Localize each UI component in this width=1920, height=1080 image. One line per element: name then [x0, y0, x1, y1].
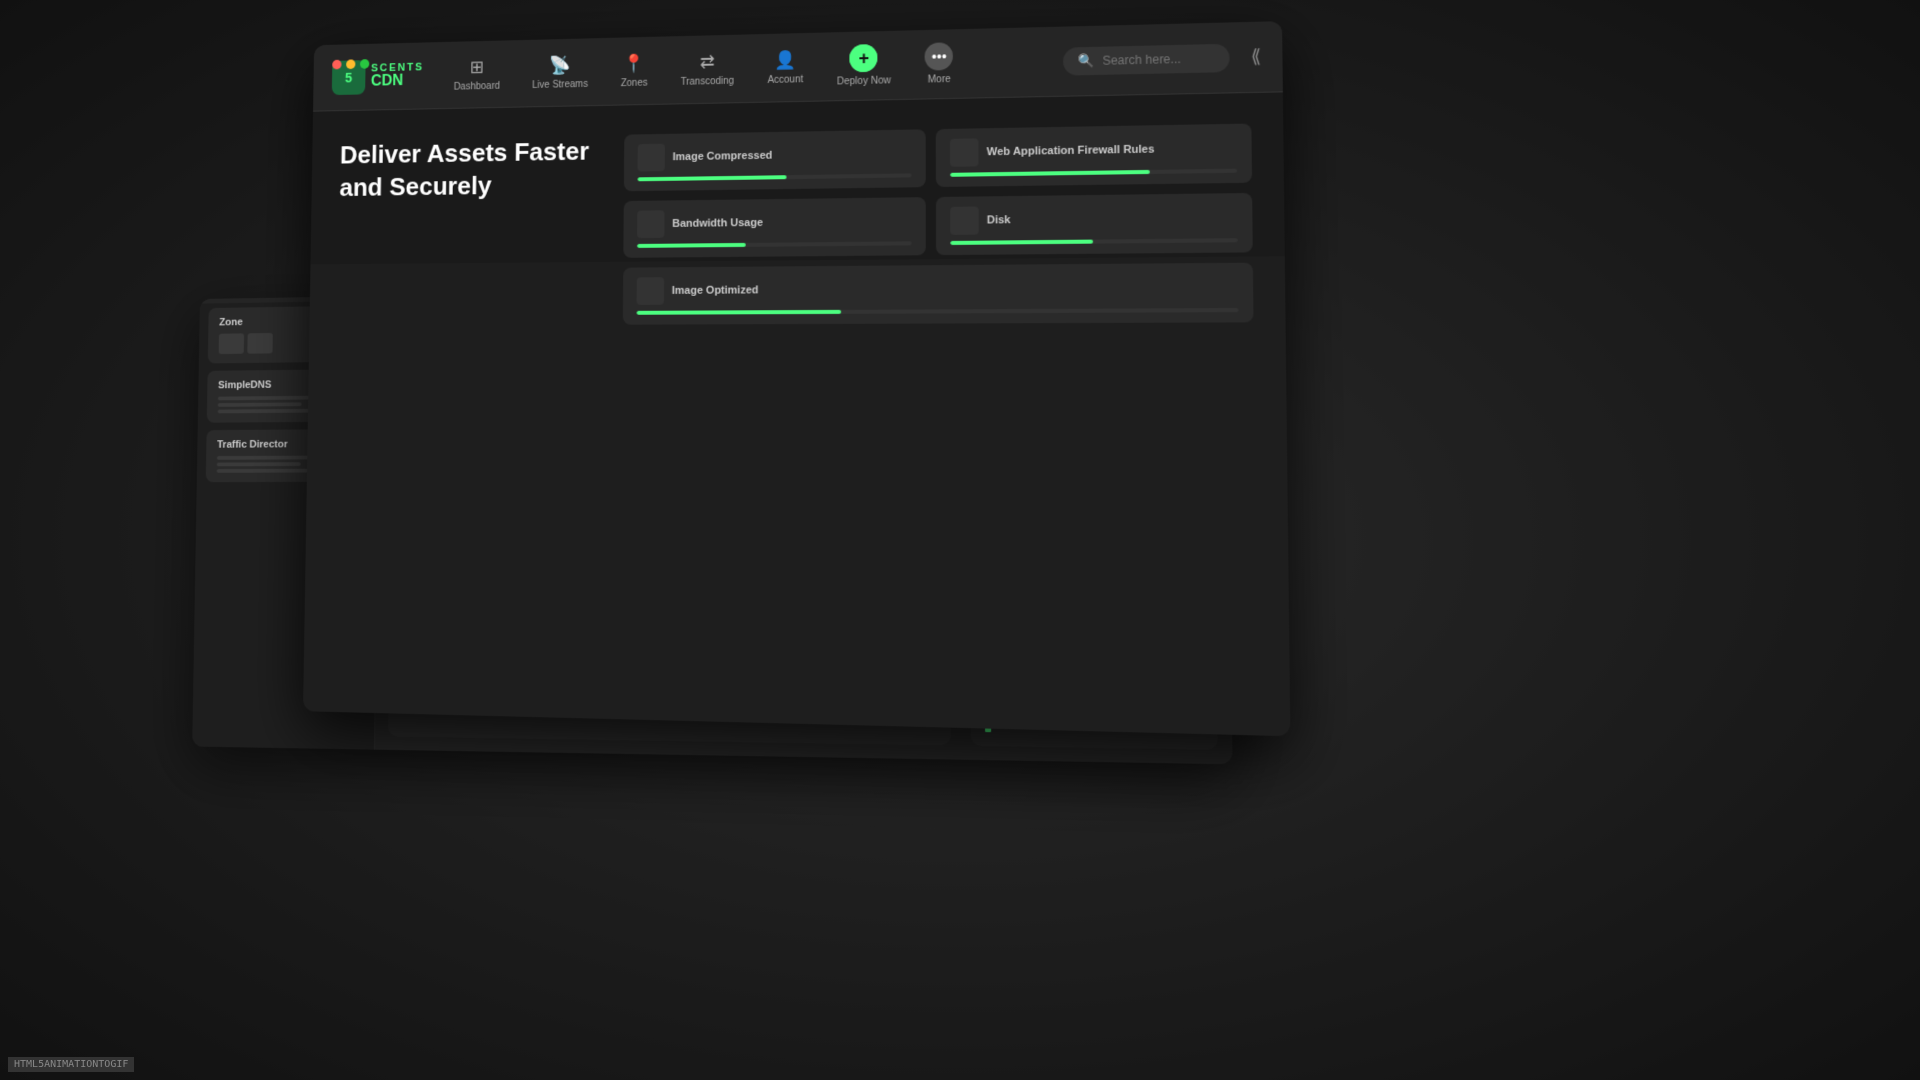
nav-more-label: More [928, 74, 951, 85]
stat-thumb-5 [637, 277, 664, 305]
stats-grid: Image Compressed Web Application Firewal… [623, 124, 1254, 325]
stat-thumb-1 [638, 144, 665, 172]
nav-deploy[interactable]: + Deploy Now [825, 38, 903, 94]
stat-bar-2 [950, 169, 1237, 177]
stat-bar-fill-5 [637, 310, 842, 315]
nav-live-streams-label: Live Streams [532, 79, 588, 91]
maximize-dot[interactable] [360, 59, 369, 69]
zones-icon: 📍 [623, 53, 645, 74]
minimize-dot[interactable] [346, 59, 355, 69]
line-2 [218, 402, 302, 406]
stat-waf: Web Application Firewall Rules [936, 124, 1252, 187]
search-icon: 🔍 [1077, 52, 1094, 68]
stat-header-5: Image Optimized [637, 273, 1239, 305]
nav-dashboard-label: Dashboard [454, 80, 500, 92]
search-input[interactable] [1102, 51, 1215, 68]
stat-thumb-2 [950, 138, 979, 166]
nav-live-streams[interactable]: 📡 Live Streams [521, 48, 600, 96]
stat-thumb-3 [637, 210, 664, 238]
line-3 [218, 409, 316, 414]
stat-name-4: Disk [987, 214, 1011, 226]
transcoding-icon: ⇄ [700, 51, 715, 72]
stat-bar-fill-3 [637, 243, 746, 248]
account-icon: 👤 [774, 49, 796, 70]
stat-name-3: Bandwidth Usage [672, 217, 763, 230]
stat-name-2: Web Application Firewall Rules [987, 143, 1155, 158]
stat-header-4: Disk [950, 203, 1238, 235]
nav-account-label: Account [767, 74, 803, 86]
nav-transcoding-label: Transcoding [681, 75, 734, 87]
stat-thumb-4 [950, 207, 979, 235]
stat-header-2: Web Application Firewall Rules [950, 134, 1237, 167]
zone-icon-2 [247, 333, 273, 354]
search-bar[interactable]: 🔍 [1063, 43, 1230, 75]
dashboard-icon: ⊞ [470, 57, 484, 77]
close-dot[interactable] [332, 60, 341, 70]
hero-text: Deliver Assets Faster and Securely [339, 135, 605, 204]
stat-bar-fill-2 [950, 170, 1150, 177]
main-app-window: 5 SCENTS CDN ⊞ Dashboard 📡 Live Streams … [303, 21, 1290, 736]
hero-section: Deliver Assets Faster and Securely Image… [310, 92, 1284, 264]
stat-header-3: Bandwidth Usage [637, 207, 912, 238]
stat-name-1: Image Compressed [673, 150, 773, 163]
zone-icon-1 [219, 333, 244, 354]
nav-zones-label: Zones [621, 77, 648, 88]
stat-bar-fill-4 [950, 240, 1092, 245]
hero-title: Deliver Assets Faster and Securely [339, 135, 605, 204]
live-streams-icon: 📡 [549, 55, 571, 76]
stat-disk: Disk [936, 193, 1253, 255]
stat-name-5: Image Optimized [672, 284, 759, 296]
collapse-button[interactable]: ⟪ [1251, 46, 1262, 68]
nav-dashboard[interactable]: ⊞ Dashboard [442, 50, 511, 98]
stat-bandwidth: Bandwidth Usage [623, 197, 926, 258]
deploy-icon: + [850, 44, 878, 72]
stat-image-compressed: Image Compressed [624, 129, 926, 191]
nav-transcoding[interactable]: ⇄ Transcoding [669, 45, 746, 94]
more-icon: ••• [925, 42, 953, 70]
stat-bar-1 [637, 173, 911, 181]
nav-deploy-label: Deploy Now [837, 75, 891, 87]
watermark: HTML5ANIMATIONTOGIF [8, 1057, 134, 1072]
stat-image-optimized: Image Optimized [623, 263, 1254, 325]
stat-bar-5 [637, 308, 1239, 315]
nav-more[interactable]: ••• More [913, 36, 966, 92]
stat-header-1: Image Compressed [638, 140, 912, 172]
stat-bar-3 [637, 241, 912, 248]
stat-bar-4 [950, 238, 1238, 245]
nav-account[interactable]: 👤 Account [756, 43, 816, 91]
nav-zones[interactable]: 📍 Zones [609, 47, 659, 95]
line-2 [217, 462, 301, 466]
stat-bar-fill-1 [637, 175, 786, 181]
window-controls [321, 51, 381, 77]
line-3 [217, 469, 315, 473]
